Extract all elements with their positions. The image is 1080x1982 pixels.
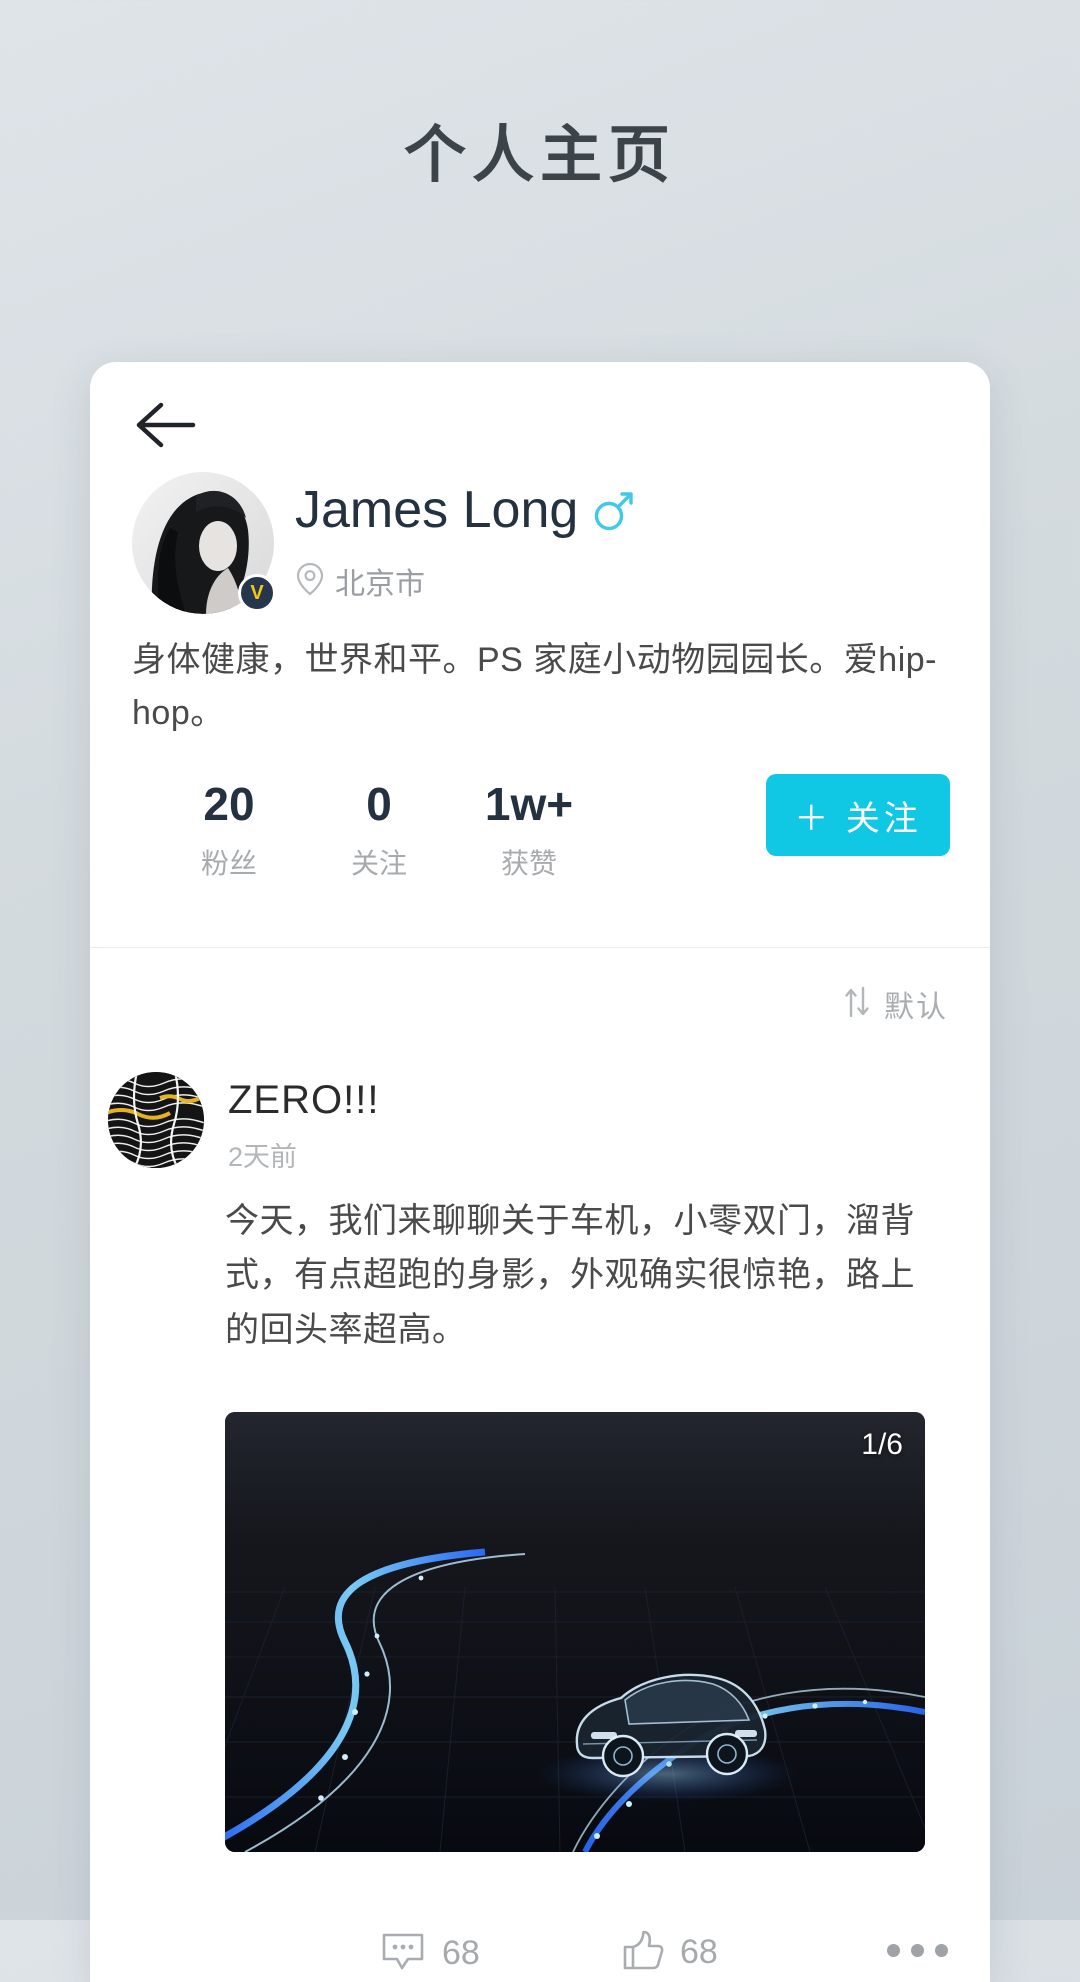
more-dots-icon[interactable]: [887, 1944, 948, 1957]
stat-following[interactable]: 0 关注: [304, 780, 454, 882]
dot: [911, 1944, 924, 1957]
back-button[interactable]: [135, 395, 205, 455]
user-name: James Long: [295, 481, 579, 539]
profile-page: 个人主页 V James Long 北京市 身体健康，世界和平。PS 家庭小动物…: [0, 0, 1080, 1982]
post-image[interactable]: 1/6: [225, 1412, 925, 1852]
profile-card: V James Long 北京市 身体健康，世界和平。PS 家庭小动物园园长。爱…: [90, 362, 990, 1982]
stat-value: 1w+: [484, 778, 574, 830]
post-header: ZERO!!! 2天前: [108, 1072, 379, 1174]
location-row: 北京市: [295, 559, 636, 603]
follow-button[interactable]: ＋ 关注: [766, 774, 950, 856]
post-author-avatar[interactable]: [108, 1072, 204, 1168]
dot: [887, 1944, 900, 1957]
comment-bubble-icon: [380, 1930, 426, 1977]
profile-bio: 身体健康，世界和平。PS 家庭小动物园园长。爱hip-hop。: [132, 641, 937, 732]
comment-count: 68: [442, 1934, 480, 1972]
like-button[interactable]: 68: [620, 1928, 718, 1977]
comment-button[interactable]: 68: [380, 1930, 480, 1977]
stat-label: 粉丝: [200, 848, 257, 880]
section-divider: [90, 947, 990, 948]
stat-likes[interactable]: 1w+ 获赞: [454, 780, 604, 882]
image-counter: 1/6: [861, 1428, 903, 1461]
avatar-wrapper[interactable]: V: [132, 472, 276, 614]
sort-control[interactable]: 默认: [842, 982, 948, 1026]
identity-block: James Long 北京市: [295, 481, 636, 603]
stat-value: 20: [203, 778, 255, 830]
stat-label: 关注: [350, 848, 407, 880]
stat-value: 0: [366, 778, 392, 830]
post-meta: ZERO!!! 2天前: [228, 1072, 379, 1174]
dot: [935, 1944, 948, 1957]
post-timestamp: 2天前: [228, 1142, 298, 1172]
verified-badge: V: [238, 574, 276, 612]
profile-stats: 20 粉丝 0 关注 1w+ 获赞 ＋ 关注: [132, 774, 952, 890]
post-actions: 68 68: [90, 1892, 990, 1982]
arrow-left-icon: [135, 401, 197, 449]
page-title: 个人主页: [403, 121, 676, 190]
sort-arrows-icon: [842, 986, 872, 1023]
stat-label: 获赞: [500, 848, 557, 880]
location-pin-icon: [295, 562, 325, 601]
name-row: James Long: [295, 481, 636, 539]
thumbs-up-icon: [620, 1928, 664, 1977]
post-author-name: ZERO!!!: [228, 1078, 380, 1122]
post-text: 今天，我们来聊聊关于车机，小零双门，溜背式，有点超跑的身影，外观确实很惊艳，路上…: [225, 1202, 915, 1349]
sort-label: 默认: [884, 991, 948, 1024]
like-count: 68: [680, 1933, 718, 1971]
location-text: 北京市: [335, 568, 425, 602]
stat-followers[interactable]: 20 粉丝: [154, 780, 304, 882]
male-symbol-icon: [592, 489, 636, 533]
